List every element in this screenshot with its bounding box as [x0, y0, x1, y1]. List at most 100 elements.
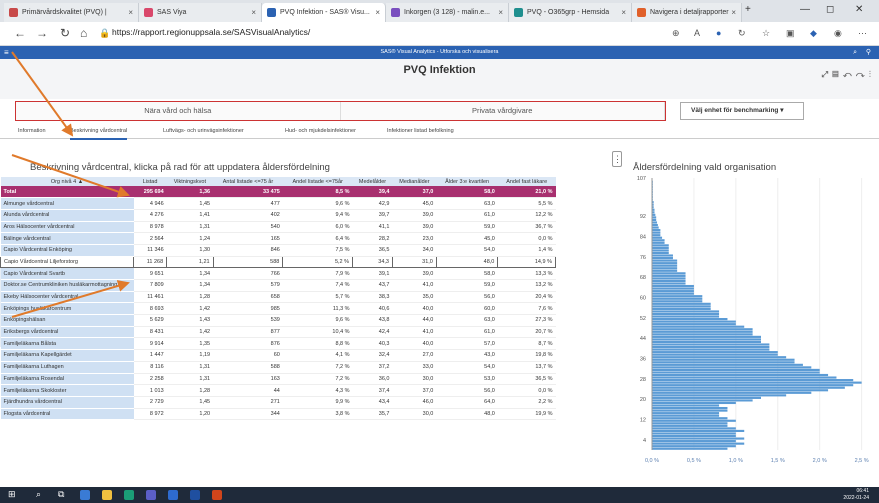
age-bar[interactable] — [652, 376, 837, 379]
tab-close-icon[interactable]: × — [251, 3, 256, 22]
segment-privata[interactable]: Privata vårdgivare — [340, 102, 665, 120]
age-bar[interactable] — [652, 284, 694, 288]
age-bar[interactable] — [652, 338, 761, 341]
column-header[interactable]: Listad — [133, 177, 167, 186]
sync-icon[interactable]: ◆ — [810, 28, 817, 39]
table-row[interactable]: Familjeläkarna Luthagen 8 116 1,31 588 7,2 %… — [0, 361, 556, 374]
tab-close-icon[interactable]: × — [498, 3, 503, 22]
age-bar[interactable] — [652, 335, 761, 338]
age-bar[interactable] — [652, 244, 669, 247]
table-row[interactable]: Familjeläkarna Bålsta 9 914 1,35 876 8,8 % 40… — [0, 337, 556, 351]
age-bar[interactable] — [652, 254, 673, 257]
age-bar[interactable] — [652, 328, 753, 331]
age-bar[interactable] — [652, 440, 736, 443]
app-icon-1[interactable] — [80, 490, 90, 500]
age-bar[interactable] — [652, 259, 678, 262]
age-bar[interactable] — [652, 424, 728, 427]
age-bar[interactable] — [652, 277, 686, 280]
table-row[interactable]: Capio Vårdcentral Enköping 11 346 1,30 846 7… — [0, 244, 556, 257]
tab-close-icon[interactable]: × — [731, 3, 736, 22]
age-bar[interactable] — [652, 358, 795, 361]
age-bar[interactable] — [652, 231, 661, 234]
age-bar[interactable] — [652, 371, 820, 374]
file-explorer-icon[interactable] — [102, 490, 112, 500]
age-bar[interactable] — [652, 213, 656, 216]
table-row[interactable]: Aros Hälsocenter vårdcentral 8 978 1,31 540… — [0, 221, 556, 234]
age-bar[interactable] — [652, 401, 736, 405]
age-bar[interactable] — [652, 216, 657, 219]
reload-icon[interactable]: ↻ — [60, 26, 70, 40]
home-icon[interactable]: ⌂ — [80, 26, 87, 40]
age-bar[interactable] — [652, 445, 736, 448]
age-bar[interactable] — [652, 391, 812, 394]
table-row[interactable]: Fjärdhundra vårdcentral 2 729 1,45 271 9,9 %… — [0, 396, 556, 409]
table-row[interactable]: Familjeläkarna Skokloster 1 013 1,28 44 4,3 … — [0, 384, 556, 397]
age-bar[interactable] — [652, 274, 686, 277]
tab-close-icon[interactable]: × — [375, 3, 380, 22]
save-icon[interactable]: ▤ — [832, 70, 838, 79]
age-bar[interactable] — [652, 234, 661, 237]
age-bar[interactable] — [652, 427, 736, 430]
read-aloud-icon[interactable]: A — [694, 28, 700, 38]
age-bar[interactable] — [652, 368, 820, 371]
age-bar[interactable] — [652, 300, 703, 303]
table-row[interactable]: Ekeby Hälsocenter vårdcentral 11 461 1,28 6… — [0, 291, 556, 304]
minimize-button[interactable]: — — [800, 4, 810, 15]
age-bar[interactable] — [652, 406, 728, 410]
table-row[interactable]: Doktor.se Centrumkliniken husläkarmottag… — [0, 279, 556, 292]
browser-tab[interactable]: Primärvårdskvalitet (PVQ) | × — [4, 3, 139, 22]
age-bar[interactable] — [652, 221, 658, 224]
age-bar[interactable] — [652, 363, 803, 366]
tab-luftvags[interactable]: Luftvägs- och urinvägsinfektioner — [163, 125, 244, 138]
column-header[interactable]: Medianålder — [392, 177, 437, 186]
more-options-icon[interactable]: ⋮ — [612, 151, 622, 167]
age-bar[interactable] — [652, 366, 812, 369]
browser-tab[interactable]: SAS Viya × — [139, 3, 262, 22]
more-icon[interactable]: ⋮ — [869, 70, 871, 79]
age-bar[interactable] — [652, 381, 862, 384]
age-bar[interactable] — [652, 297, 703, 300]
age-bar[interactable] — [652, 267, 678, 270]
age-bar[interactable] — [652, 396, 761, 399]
back-icon[interactable]: ← — [14, 26, 26, 40]
age-bar[interactable] — [652, 302, 711, 305]
table-row[interactable]: Enköpings husläkarcentrum 8 693 1,42 985 11,… — [0, 302, 556, 316]
tab-information[interactable]: Information — [18, 125, 46, 138]
windows-start-icon[interactable]: ⊞ — [8, 489, 16, 500]
age-bar[interactable] — [652, 305, 711, 308]
age-bar[interactable] — [652, 343, 770, 346]
age-bar[interactable] — [652, 353, 778, 356]
age-bar[interactable] — [652, 429, 745, 433]
age-bar[interactable] — [652, 239, 665, 242]
age-bar[interactable] — [652, 442, 745, 445]
edge-icon[interactable] — [124, 490, 134, 500]
age-bar[interactable] — [652, 292, 694, 295]
column-header[interactable]: Medelålder — [352, 177, 393, 186]
age-bar[interactable] — [652, 320, 736, 323]
age-bar[interactable] — [652, 447, 728, 450]
age-bar[interactable] — [652, 414, 720, 417]
age-bar[interactable] — [652, 394, 787, 397]
age-bar[interactable] — [652, 229, 661, 232]
browser-tab[interactable]: Navigera i detaljrapporter × — [632, 3, 742, 22]
browser-tab[interactable]: Inkorgen (3 128) - malin.e... × — [386, 3, 509, 22]
age-bar[interactable] — [652, 345, 770, 349]
column-header[interactable]: Viktningskvot — [166, 177, 214, 186]
age-bar[interactable] — [652, 241, 665, 244]
age-bar[interactable] — [652, 249, 669, 252]
outlook-icon[interactable] — [168, 490, 178, 500]
column-header[interactable]: Andel fast läkare — [497, 177, 556, 186]
age-bar[interactable] — [652, 412, 720, 415]
taskbar-clock[interactable]: 06:41 2022-01-24 — [843, 488, 869, 502]
age-bar[interactable] — [652, 287, 694, 290]
tab-hud[interactable]: Hud- och mjukdelsinfektioner — [285, 125, 356, 138]
zoom-icon[interactable]: ⊕ — [672, 28, 680, 39]
new-tab-button[interactable]: + — [745, 4, 751, 15]
age-bar[interactable] — [652, 318, 728, 321]
table-row[interactable]: Familjeläkarna Rosendal 2 258 1,31 163 7,2 %… — [0, 373, 556, 386]
age-bar[interactable] — [652, 310, 720, 313]
age-bar[interactable] — [652, 282, 686, 285]
tab-close-icon[interactable]: × — [621, 3, 626, 22]
table-total-row[interactable]: Total 295 694 1,36 33 475 8,5 % 39,4 37,0 58,0 2… — [0, 186, 556, 199]
age-bar[interactable] — [652, 422, 728, 425]
